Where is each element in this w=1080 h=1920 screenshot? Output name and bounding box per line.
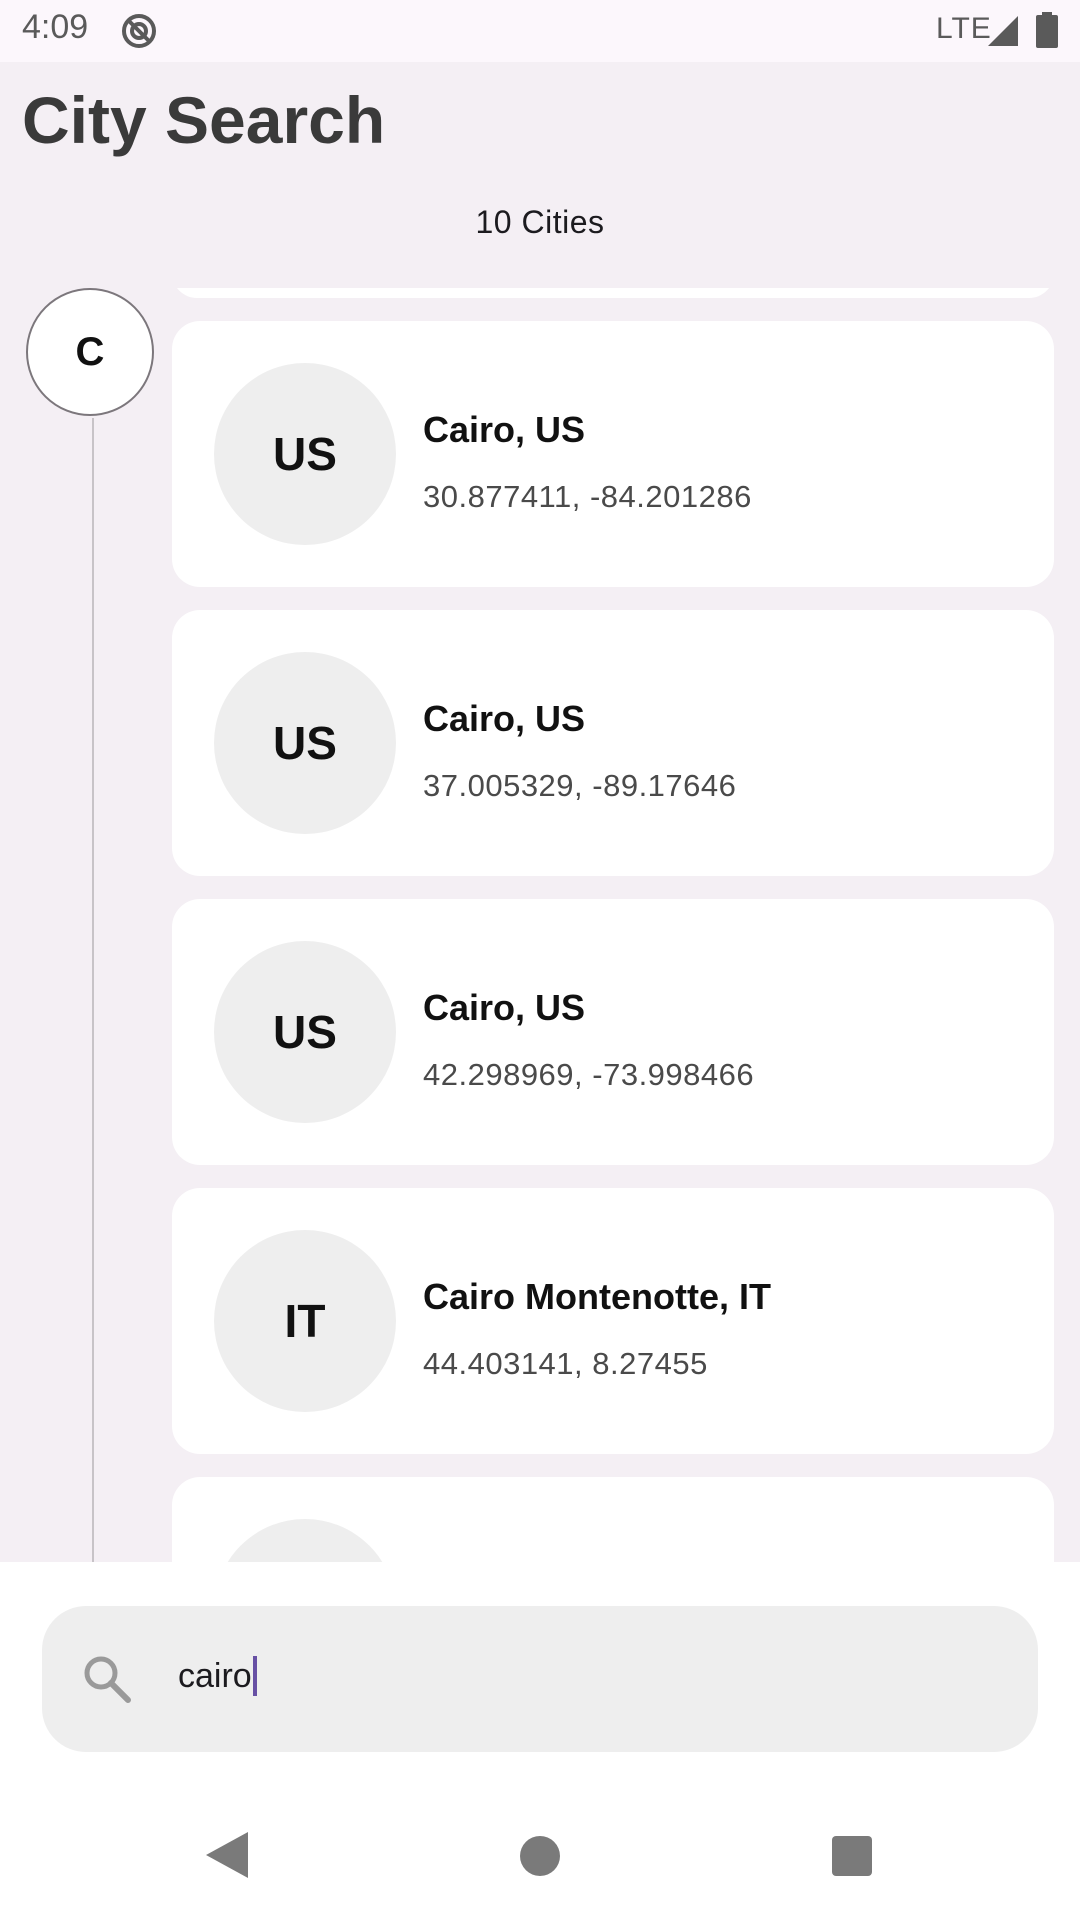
country-code-badge: US — [214, 652, 396, 834]
search-bar[interactable]: cairo — [42, 1606, 1038, 1752]
city-name: Cairo, US — [423, 409, 586, 450]
city-card-partial-bottom[interactable] — [172, 1477, 1054, 1562]
country-code-badge — [214, 1519, 396, 1562]
city-list[interactable]: C US Cairo, US 30.877411, -84.201286 US … — [0, 288, 1080, 1562]
country-code-badge: US — [214, 941, 396, 1123]
city-name: Cairo, US — [423, 698, 586, 739]
status-time: 4:09 — [22, 8, 89, 46]
timeline-line — [92, 418, 94, 1562]
city-count-label: 10 Cities — [475, 204, 605, 240]
city-card[interactable]: US Cairo, US 42.298969, -73.998466 — [172, 899, 1054, 1165]
bottom-panel: cairo — [0, 1562, 1080, 1920]
battery-icon — [1036, 12, 1058, 48]
city-name: Cairo, US — [423, 987, 586, 1028]
city-card-partial-top[interactable] — [172, 288, 1054, 298]
home-icon[interactable] — [520, 1836, 560, 1876]
country-code-badge: IT — [214, 1230, 396, 1412]
search-icon — [84, 1656, 131, 1703]
recents-icon[interactable] — [832, 1836, 872, 1876]
city-coordinates: 30.877411, -84.201286 — [423, 479, 752, 514]
city-coordinates: 42.298969, -73.998466 — [423, 1057, 755, 1092]
city-card[interactable]: US Cairo, US 30.877411, -84.201286 — [172, 321, 1054, 587]
city-card[interactable]: US Cairo, US 37.005329, -89.17646 — [172, 610, 1054, 876]
page-title: City Search — [22, 83, 386, 157]
screen: 4:09 LTE City Search 10 Cities C US Cair… — [0, 0, 1080, 1920]
city-coordinates: 44.403141, 8.27455 — [423, 1346, 708, 1381]
search-input[interactable]: cairo — [178, 1656, 257, 1696]
network-type-label: LTE — [936, 12, 992, 45]
text-caret — [252, 1656, 257, 1696]
city-coordinates: 37.005329, -89.17646 — [423, 768, 737, 803]
do-not-disturb-icon — [122, 14, 156, 48]
signal-icon — [988, 16, 1018, 46]
country-code-badge: US — [214, 363, 396, 545]
city-card[interactable]: IT Cairo Montenotte, IT 44.403141, 8.274… — [172, 1188, 1054, 1454]
city-name: Cairo Montenotte, IT — [423, 1276, 771, 1317]
section-letter-badge: C — [26, 288, 154, 416]
back-icon[interactable] — [206, 1832, 248, 1878]
search-input-value: cairo — [178, 1656, 252, 1695]
status-bar: 4:09 LTE — [0, 0, 1080, 62]
